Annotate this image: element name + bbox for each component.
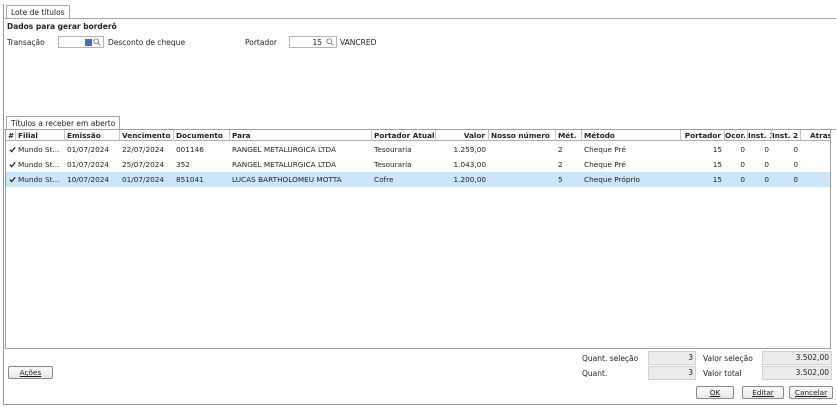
cell-vencimento: 25/07/2024 (122, 160, 165, 169)
valor-selecao-field: 3.502,00 (762, 351, 832, 365)
quant-field: 3 (648, 366, 696, 380)
cell-portador: 15 (712, 160, 722, 169)
cell-ocor: 0 (740, 175, 745, 184)
transacao-label: Transação (7, 38, 45, 47)
cell-vencimento: 22/07/2024 (122, 145, 165, 154)
cell-para: RANGEL METALURGICA LTDA (232, 160, 336, 169)
cell-filial: Mundo St... (18, 145, 60, 154)
column-header-portador[interactable]: Portador (681, 130, 725, 141)
acoes-button[interactable]: Ações (8, 366, 53, 379)
cell-filial: Mundo St... (18, 160, 60, 169)
cancelar-label: Cancelar (794, 388, 828, 397)
cell-inst2: 0 (793, 145, 798, 154)
tab-lote-de-titulos[interactable]: Lote de títulos (6, 5, 70, 19)
cell-met: 2 (558, 160, 563, 169)
titles-table[interactable]: # Filial Emissão Vencimento Documento Para Por… (5, 129, 831, 349)
table-header: # Filial Emissão Vencimento Documento Para Por… (6, 130, 830, 141)
table-row[interactable]: Mundo St... 01/07/2024 25/07/2024 352 RANGEL… (6, 157, 830, 172)
column-header-portador-atual[interactable]: Portador Atual (372, 130, 436, 141)
cell-met: 5 (558, 175, 563, 184)
cell-portador: 15 (712, 145, 722, 154)
cell-portador-atual: Tesouraria (374, 145, 412, 154)
quant-label: Quant. (582, 369, 608, 378)
ok-button[interactable]: OK (696, 386, 734, 399)
cell-inst1: 0 (764, 160, 769, 169)
cell-metodo: Cheque Pré (584, 160, 626, 169)
cell-nosso-numero (489, 172, 556, 187)
cell-nosso-numero (489, 157, 556, 172)
cell-atraso: 0 (801, 142, 830, 157)
column-header-atraso[interactable]: Atraso (801, 130, 830, 141)
column-header-inst1[interactable]: Inst. 1 (748, 130, 772, 141)
column-header-valor[interactable]: Valor (436, 130, 489, 141)
cell-inst2: 0 (793, 175, 798, 184)
column-header-emissao[interactable]: Emissão (65, 130, 120, 141)
cell-inst1: 0 (764, 145, 769, 154)
cell-nosso-numero (489, 142, 556, 157)
portador-input[interactable]: 15 (289, 36, 337, 48)
cancelar-button[interactable]: Cancelar (789, 386, 833, 399)
cell-documento: 352 (176, 160, 190, 169)
column-header-nosso-numero[interactable]: Nosso número (489, 130, 556, 141)
cell-para: RANGEL METALURGICA LTDA (232, 145, 336, 154)
cell-ocor: 0 (740, 160, 745, 169)
cell-emissao: 01/07/2024 (67, 145, 110, 154)
tab-underline (4, 18, 836, 19)
column-header-metodo[interactable]: Método (582, 130, 681, 141)
cell-atraso: 0 (801, 172, 830, 187)
row-checkbox-icon[interactable] (9, 146, 16, 153)
cell-inst1: 0 (764, 175, 769, 184)
cell-para: LUCAS BARTHOLOMEU MOTTA (232, 175, 342, 184)
row-checkbox-icon[interactable] (9, 161, 16, 168)
cell-metodo: Cheque Pré (584, 145, 626, 154)
cell-documento: 851041 (176, 175, 204, 184)
transacao-description: Desconto de cheque (108, 38, 186, 47)
portador-label: Portador (245, 38, 277, 47)
cell-inst2: 0 (793, 160, 798, 169)
row-checkbox-icon[interactable] (9, 176, 16, 183)
tab-titulos-a-receber[interactable]: Títulos a receber em aberto (6, 116, 121, 130)
column-header-documento[interactable]: Documento (174, 130, 230, 141)
cell-atraso: 0 (801, 157, 830, 172)
cell-portador-atual: Cofre (374, 175, 394, 184)
quant-selecao-field: 3 (648, 351, 696, 365)
cell-metodo: Cheque Próprio (584, 175, 640, 184)
cell-vencimento: 01/07/2024 (122, 175, 165, 184)
acoes-label: Ações (19, 368, 42, 377)
cell-filial: Mundo St... (18, 175, 60, 184)
cell-valor: 1.259,00 (453, 145, 487, 154)
valor-selecao-label: Valor seleção (703, 354, 753, 363)
transacao-input[interactable] (58, 36, 104, 48)
cell-emissao: 01/07/2024 (67, 160, 110, 169)
column-header-filial[interactable]: Filial (16, 130, 65, 141)
portador-value: 15 (312, 38, 322, 47)
column-header-met[interactable]: Mét. (556, 130, 582, 141)
ok-label: OK (709, 388, 721, 397)
cell-valor: 1.043,00 (453, 160, 487, 169)
cell-met: 2 (558, 145, 563, 154)
valor-total-label: Valor total (703, 369, 742, 378)
cell-portador: 15 (712, 175, 722, 184)
column-header-vencimento[interactable]: Vencimento (120, 130, 174, 141)
quant-selecao-label: Quant. seleção (582, 354, 639, 363)
search-icon[interactable] (326, 38, 334, 46)
cell-documento: 001146 (176, 145, 204, 154)
column-header-para[interactable]: Para (230, 130, 372, 141)
cell-portador-atual: Tesouraria (374, 160, 412, 169)
column-header-ocor[interactable]: Ocor. (725, 130, 748, 141)
cell-valor: 1.200,00 (453, 175, 487, 184)
column-header-num[interactable]: # (6, 130, 16, 141)
editar-button[interactable]: Editar (742, 386, 784, 399)
cell-ocor: 0 (740, 145, 745, 154)
valor-total-field: 3.502,00 (762, 366, 832, 380)
cell-emissao: 10/07/2024 (67, 175, 110, 184)
editar-label: Editar (752, 388, 774, 397)
search-icon[interactable] (93, 38, 101, 46)
portador-description: VANCRED (340, 38, 377, 47)
table-row[interactable]: Mundo St... 10/07/2024 01/07/2024 851041 LUC… (6, 172, 830, 187)
section-title: Dados para gerar borderô (7, 22, 117, 31)
column-header-inst2[interactable]: Inst. 2 (772, 130, 801, 141)
text-caret (85, 39, 92, 46)
table-row[interactable]: Mundo St... 01/07/2024 22/07/2024 001146 RAN… (6, 142, 830, 157)
